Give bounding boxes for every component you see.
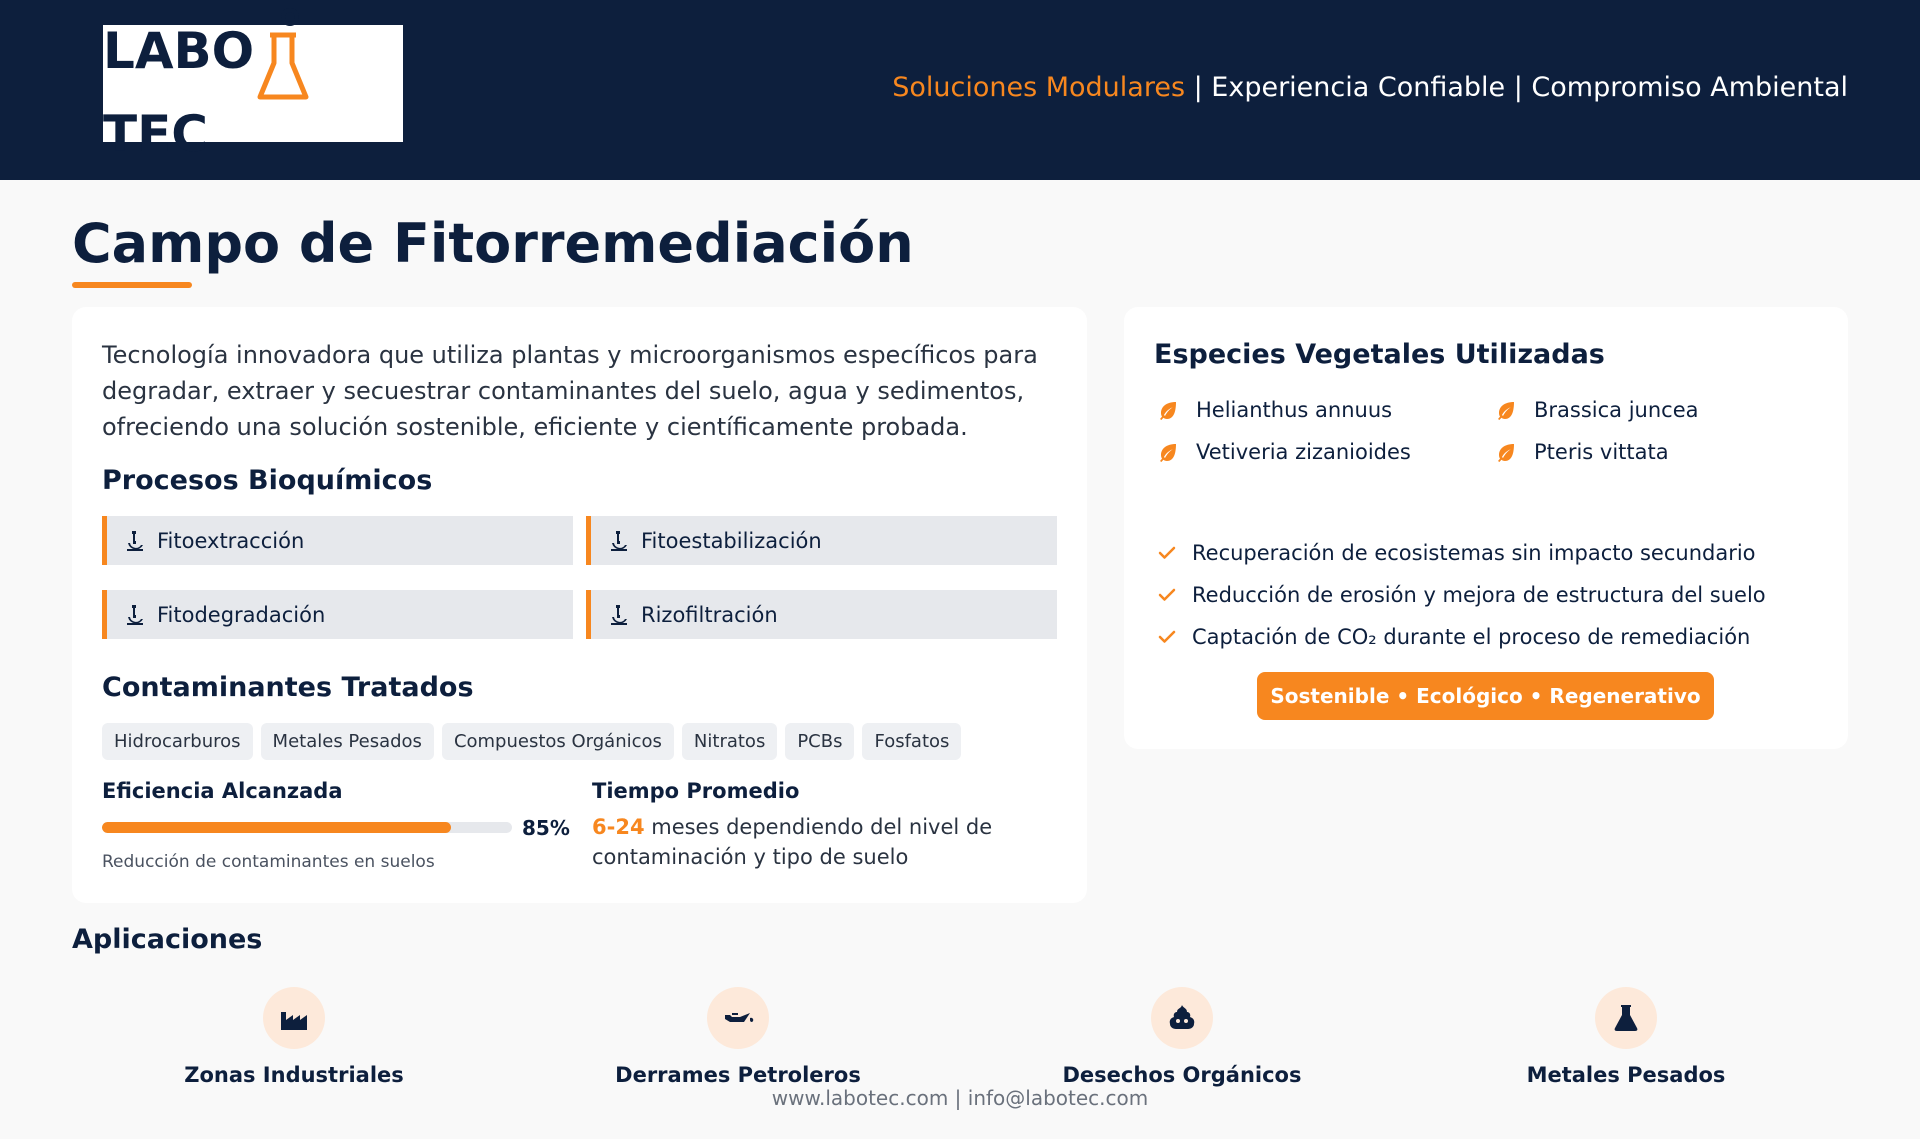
application-label: Metales Pesados	[1526, 1063, 1726, 1087]
species-item: Brassica juncea	[1496, 398, 1699, 422]
microscope-icon	[127, 604, 143, 625]
application-item: Derrames Petroleros	[538, 987, 938, 1087]
microscope-icon	[127, 530, 143, 551]
flask-icon	[1614, 1005, 1638, 1031]
time-text: meses dependiendo del nivel de contamina…	[592, 815, 993, 869]
application-item: Desechos Orgánicos	[982, 987, 1382, 1087]
header-bar: LABO TEC LABO TEC Soluciones Modulares | …	[0, 0, 1920, 180]
species-item: Vetiveria zizanioides	[1158, 440, 1411, 464]
logo-text-right: TEC	[103, 104, 208, 163]
tagline-accent: Soluciones Modulares	[892, 72, 1186, 103]
process-label: Fitoestabilización	[641, 528, 822, 553]
species-label: Pteris vittata	[1534, 440, 1669, 464]
species-label: Brassica juncea	[1534, 398, 1699, 422]
contaminant-tag: Metales Pesados	[260, 723, 434, 760]
intro-text: Tecnología innovadora que utiliza planta…	[102, 341, 1038, 441]
process-label: Fitodegradación	[157, 602, 326, 627]
page-title: Campo de Fitorremediación	[72, 212, 914, 275]
species-item: Pteris vittata	[1496, 440, 1669, 464]
check-icon	[1158, 588, 1176, 601]
efficiency-value: 85%	[522, 816, 570, 840]
benefit-label: Recuperación de ecosistemas sin impacto …	[1192, 541, 1756, 565]
time-heading: Tiempo Promedio	[592, 779, 800, 803]
contaminants-heading: Contaminantes Tratados	[102, 672, 474, 703]
process-item: Fitoestabilización	[586, 516, 1057, 565]
process-item: Fitodegradación	[102, 590, 573, 639]
leaf-icon	[1498, 444, 1514, 462]
leaf-icon	[1498, 402, 1514, 420]
application-icon-circle	[707, 987, 769, 1049]
check-icon	[1158, 630, 1176, 643]
application-label: Desechos Orgánicos	[1062, 1063, 1302, 1087]
contaminant-tags: Hidrocarburos Metales Pesados Compuestos…	[102, 723, 962, 760]
check-icon	[1158, 546, 1176, 559]
logo-text-left: LABO	[103, 22, 255, 80]
microscope-icon	[611, 530, 627, 551]
contaminant-tag: Nitratos	[681, 723, 778, 760]
species-label: Helianthus annuus	[1196, 398, 1393, 422]
efficiency-heading: Eficiencia Alcanzada	[102, 779, 343, 803]
logo-wordmark: LABO TEC	[103, 5, 403, 163]
oil-can-icon	[725, 1013, 754, 1022]
applications-heading: Aplicaciones	[72, 924, 263, 955]
header-tagline: Soluciones Modulares | Experiencia Confi…	[892, 72, 1848, 103]
efficiency-progress-bar	[102, 822, 512, 833]
contaminant-tag: Fosfatos	[862, 723, 962, 760]
tagline-rest: | Experiencia Confiable | Compromiso Amb…	[1185, 72, 1848, 103]
microscope-icon	[611, 604, 627, 625]
footer-contact[interactable]: www.labotec.com | info@labotec.com	[0, 1086, 1920, 1110]
time-description: 6-24 meses dependiendo del nivel de cont…	[592, 812, 1062, 872]
application-item: Zonas Industriales	[94, 987, 494, 1087]
application-icon-circle	[1151, 987, 1213, 1049]
benefit-label: Captación de CO₂ durante el proceso de r…	[1192, 625, 1751, 649]
flask-logo-icon	[257, 7, 309, 99]
contaminant-tag: PCBs	[785, 723, 855, 760]
leaf-icon	[1160, 402, 1176, 420]
benefit-item: Reducción de erosión y mejora de estruct…	[1158, 583, 1766, 607]
contaminant-tag: Compuestos Orgánicos	[441, 723, 674, 760]
main-info-card: Tecnología innovadora que utiliza planta…	[72, 307, 1087, 903]
efficiency-progress-fill	[102, 822, 451, 833]
benefit-label: Reducción de erosión y mejora de estruct…	[1192, 583, 1766, 607]
process-item: Fitoextracción	[102, 516, 573, 565]
processes-heading: Procesos Bioquímicos	[102, 465, 433, 496]
poop-icon	[1169, 1005, 1195, 1029]
process-label: Rizofiltración	[641, 602, 778, 627]
application-label: Zonas Industriales	[184, 1063, 404, 1087]
leaf-icon	[1160, 444, 1176, 462]
contaminant-tag: Hidrocarburos	[102, 723, 253, 760]
time-range: 6-24	[592, 815, 645, 839]
process-item: Rizofiltración	[586, 590, 1057, 639]
species-item: Helianthus annuus	[1158, 398, 1392, 422]
benefit-item: Recuperación de ecosistemas sin impacto …	[1158, 541, 1756, 565]
process-label: Fitoextracción	[157, 528, 305, 553]
company-logo[interactable]: LABO TEC LABO TEC	[103, 7, 403, 163]
application-icon-circle	[1595, 987, 1657, 1049]
benefit-item: Captación de CO₂ durante el proceso de r…	[1158, 625, 1750, 649]
species-heading: Especies Vegetales Utilizadas	[1154, 339, 1605, 370]
species-card: Especies Vegetales Utilizadas Helianthus…	[1124, 307, 1848, 749]
application-label: Derrames Petroleros	[615, 1063, 861, 1087]
title-underline	[72, 282, 192, 288]
efficiency-note: Reducción de contaminantes en suelos	[102, 852, 435, 872]
application-icon-circle	[263, 987, 325, 1049]
industry-icon	[281, 1012, 307, 1030]
species-label: Vetiveria zizanioides	[1196, 440, 1411, 464]
application-item: Metales Pesados	[1426, 987, 1826, 1087]
sustainability-badge: Sostenible • Ecológico • Regenerativo	[1257, 672, 1714, 720]
